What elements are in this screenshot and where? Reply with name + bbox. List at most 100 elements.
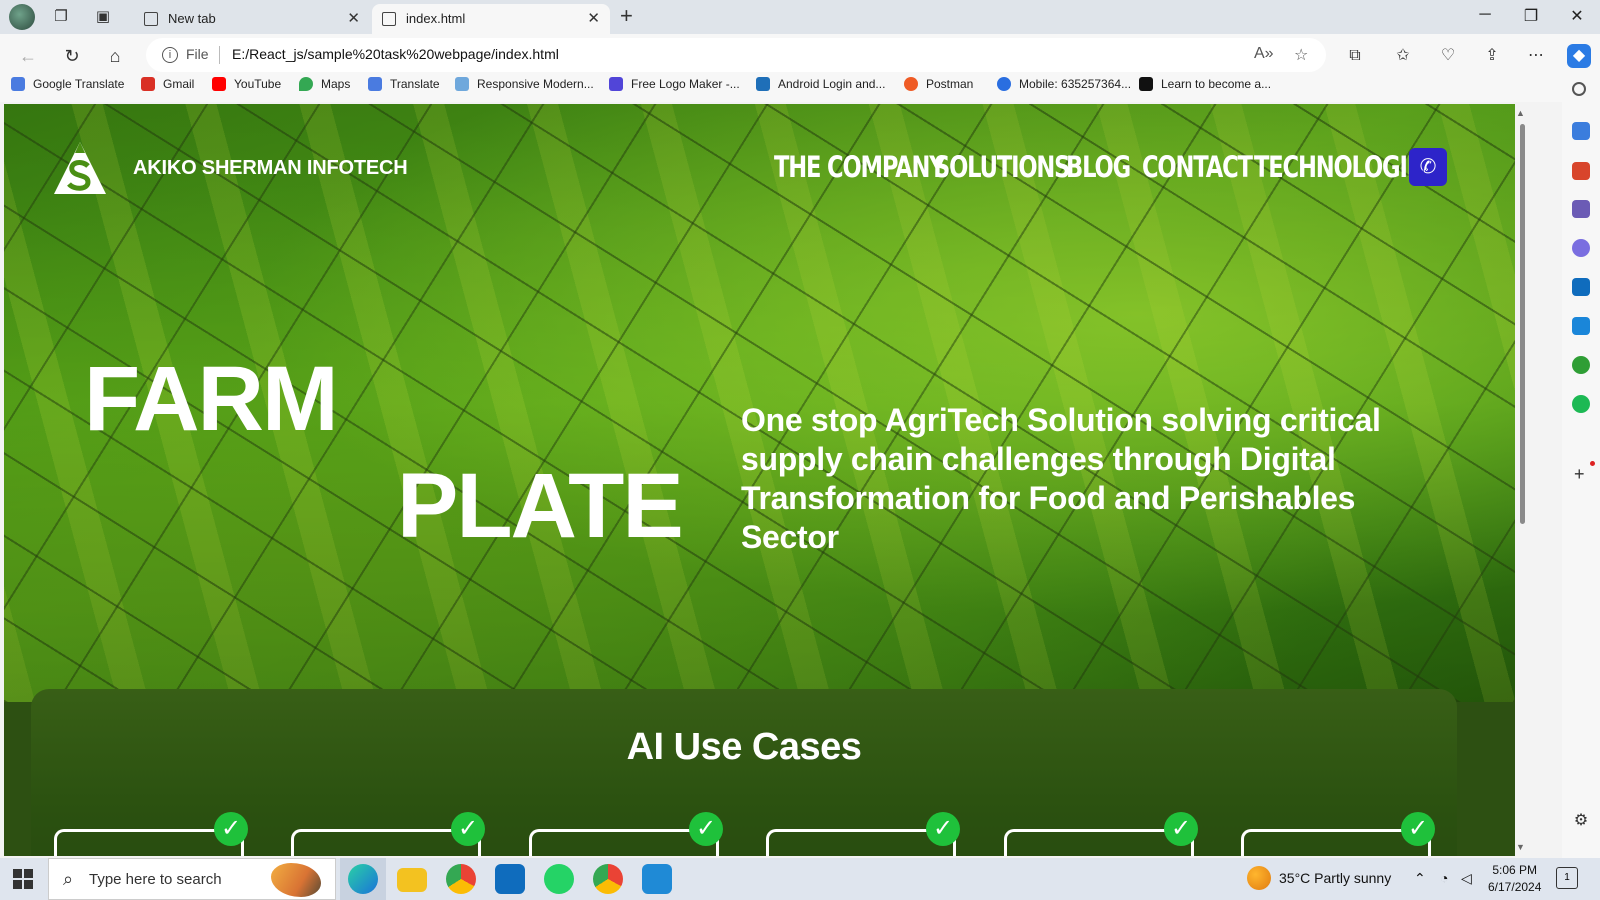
show-hidden-icons-icon[interactable]: ⌃ [1414, 870, 1426, 887]
more-options-icon[interactable]: ⋯ [1524, 44, 1548, 68]
scroll-thumb[interactable] [1520, 124, 1525, 524]
tab-index-html[interactable]: index.html ✕ [372, 4, 610, 34]
file-explorer-icon[interactable] [397, 868, 427, 892]
bookmark-maps[interactable]: Maps [299, 77, 350, 91]
check-icon: ✓ [1401, 812, 1435, 846]
close-window-button[interactable]: ✕ [1565, 6, 1589, 26]
bookmark-label: Postman [926, 77, 974, 91]
divider [219, 46, 220, 64]
bookmark-google-translate[interactable]: Google Translate [11, 77, 124, 91]
bookmark-free-logo-maker[interactable]: Free Logo Maker -... [609, 77, 740, 91]
spotify-icon[interactable] [1572, 395, 1590, 413]
weather-text[interactable]: 35°C Partly sunny [1279, 870, 1391, 886]
bookmark-label: Mobile: 635257364... [1019, 77, 1132, 91]
butterfly-highlight-icon [271, 863, 321, 897]
scroll-up-icon[interactable]: ▲ [1516, 108, 1525, 118]
phone-button[interactable]: ✆ [1409, 148, 1447, 186]
translate-icon [368, 77, 382, 91]
outlook-icon[interactable] [1572, 278, 1590, 296]
bookmark-youtube[interactable]: YouTube [212, 77, 281, 91]
new-tab-button[interactable]: + [620, 3, 633, 29]
bookmark-learn-to-become[interactable]: Learn to become a... [1139, 77, 1271, 91]
search-icon[interactable] [1572, 82, 1586, 96]
check-icon: ✓ [214, 812, 248, 846]
check-icon: ✓ [451, 812, 485, 846]
browser-essentials-icon[interactable]: ♡ [1436, 44, 1460, 68]
bookmarks-bar: Google Translate Gmail YouTube Maps Tran… [0, 72, 1540, 100]
favorite-star-icon[interactable]: ☆ [1294, 45, 1308, 65]
bookmark-responsive-modern[interactable]: Responsive Modern... [455, 77, 594, 91]
close-tab-icon[interactable]: ✕ [347, 9, 360, 27]
outlook-new-icon[interactable] [495, 864, 525, 894]
chrome-profile-icon[interactable] [593, 864, 623, 894]
system-clock[interactable]: 5:06 PM 6/17/2024 [1488, 862, 1541, 896]
tab-new-tab[interactable]: New tab ✕ [134, 4, 370, 34]
nav-contact[interactable]: CONTACT [1142, 150, 1253, 190]
bookmark-label: Learn to become a... [1161, 77, 1272, 91]
games-icon[interactable] [1572, 200, 1590, 218]
bookmark-label: Google Translate [33, 77, 125, 91]
nav-blog[interactable]: BLOG [1066, 150, 1131, 190]
tab-actions-icon[interactable]: ▣ [93, 7, 113, 27]
bookmark-translate[interactable]: Translate [368, 77, 440, 91]
bookmark-android-login[interactable]: Android Login and... [756, 77, 885, 91]
favorites-icon[interactable]: ✩ [1391, 44, 1415, 68]
refresh-button[interactable]: ↻ [58, 42, 86, 70]
tree-icon[interactable] [1572, 356, 1590, 374]
bookmark-label: YouTube [234, 77, 282, 91]
check-icon: ✓ [926, 812, 960, 846]
page-viewport: AKIKO SHERMAN INFOTECH THE COMPANY SOLUT… [4, 104, 1515, 856]
android-login-icon [756, 77, 770, 91]
chrome-icon[interactable] [446, 864, 476, 894]
tools-icon[interactable] [1572, 162, 1590, 180]
company-logo-icon[interactable] [52, 140, 108, 196]
tab-label: index.html [406, 11, 466, 26]
vscode-icon[interactable] [642, 864, 672, 894]
workspaces-icon[interactable]: ❐ [51, 7, 71, 27]
clock-date: 6/17/2024 [1488, 880, 1542, 894]
bookmark-postman[interactable]: Postman [904, 77, 973, 91]
address-bar[interactable]: i File E:/React_js/sample%20task%20webpa… [146, 38, 1326, 72]
home-button[interactable]: ⌂ [101, 42, 129, 70]
notification-center-icon[interactable]: 1 [1556, 867, 1578, 889]
url-text[interactable]: E:/React_js/sample%20task%20webpage/inde… [232, 46, 559, 62]
page-scrollbar[interactable]: ▲ ▼ [1515, 104, 1529, 856]
bookmark-mobile[interactable]: Mobile: 635257364... [997, 77, 1131, 91]
info-icon[interactable]: i [162, 47, 178, 63]
edge-taskbar-icon[interactable] [348, 864, 378, 894]
taskbar-search[interactable]: ⌕ Type here to search [48, 858, 336, 900]
send-icon[interactable] [1572, 317, 1590, 335]
read-aloud-icon[interactable]: A» [1254, 45, 1274, 63]
google-translate-icon [11, 77, 25, 91]
scroll-down-icon[interactable]: ▼ [1516, 842, 1525, 852]
extensions-icon[interactable]: ⧉ [1343, 44, 1367, 68]
microsoft-365-icon[interactable] [1572, 239, 1590, 257]
section-title: AI Use Cases [626, 726, 862, 768]
settings-gear-icon[interactable]: ⚙ [1572, 812, 1590, 830]
brand-name[interactable]: AKIKO SHERMAN INFOTECH [133, 157, 408, 180]
share-icon[interactable]: ⇪ [1480, 44, 1504, 68]
restore-button[interactable]: ❐ [1519, 6, 1543, 26]
minimize-button[interactable]: ─ [1473, 6, 1497, 24]
windows-start-icon[interactable] [13, 869, 33, 889]
nav-the-company[interactable]: THE COMPANY [774, 150, 946, 190]
back-button[interactable]: ← [14, 42, 42, 70]
windows-taskbar: ⌕ Type here to search 35°C Partly sunny … [0, 858, 1600, 900]
bookmark-gmail[interactable]: Gmail [141, 77, 194, 91]
edge-sidebar: + ⚙ [1562, 72, 1600, 858]
weather-icon[interactable] [1247, 866, 1271, 890]
add-sidebar-app-icon[interactable]: + [1574, 464, 1585, 485]
volume-icon[interactable]: ◁ [1461, 870, 1472, 887]
check-icon: ✓ [689, 812, 723, 846]
check-icon: ✓ [1164, 812, 1198, 846]
network-icon[interactable]: ◔ [1440, 870, 1448, 886]
bookmark-label: Gmail [163, 77, 195, 91]
close-tab-icon[interactable]: ✕ [587, 9, 600, 27]
shopping-tag-icon[interactable] [1572, 122, 1590, 140]
copilot-icon[interactable]: ◆ [1567, 44, 1591, 68]
clock-time: 5:06 PM [1492, 863, 1538, 877]
notification-dot [1590, 461, 1595, 466]
profile-avatar[interactable] [9, 4, 35, 30]
whatsapp-icon[interactable] [544, 864, 574, 894]
nav-solutions[interactable]: SOLUTIONS [934, 150, 1070, 190]
